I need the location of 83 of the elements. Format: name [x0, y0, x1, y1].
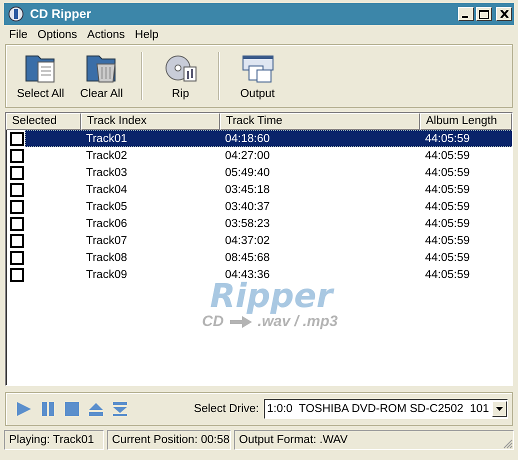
table-cell-text: 08:45:68 — [224, 252, 271, 264]
toolbar-button[interactable]: Rip — [150, 52, 211, 100]
checkbox[interactable] — [10, 182, 24, 196]
arrow-icon — [230, 316, 252, 328]
track-row[interactable]: Track07 04:37:02 44:05:59 — [25, 232, 512, 249]
table-cell-text: 05:49:40 — [224, 166, 271, 178]
dropdown-arrow-icon — [496, 407, 503, 411]
transport-button[interactable] — [88, 401, 104, 417]
pause-icon — [40, 401, 56, 417]
table-cell-text: Track01 — [85, 132, 128, 144]
load-icon — [112, 401, 128, 417]
app-icon — [8, 6, 24, 22]
close-icon — [500, 10, 508, 18]
logo-source: CD — [202, 313, 224, 330]
checkbox[interactable] — [10, 216, 24, 230]
table-cell-text: Track04 — [85, 184, 128, 196]
toolbar-button[interactable]: Output — [227, 52, 288, 100]
column-header[interactable]: Album Length — [420, 113, 512, 130]
table-cell-text: 03:40:37 — [224, 200, 271, 212]
checkbox[interactable] — [10, 250, 24, 264]
maximize-icon — [479, 10, 489, 18]
status-panel: Playing: Track01 — [4, 430, 104, 450]
table-cell-text: 04:27:00 — [224, 150, 271, 162]
table-cell-text: Track02 — [85, 150, 128, 162]
track-row[interactable]: Track01 04:18:60 44:05:59 — [25, 130, 512, 147]
toolbar-button[interactable]: Select All — [10, 52, 71, 100]
table-cell-text: 44:05:59 — [424, 252, 471, 264]
table-cell-text: 44:05:59 — [424, 218, 471, 230]
transport-button[interactable] — [112, 401, 128, 417]
menu-item[interactable]: File — [6, 28, 34, 40]
window-title: CD Ripper — [30, 7, 92, 21]
table-cell-text: Track07 — [85, 234, 128, 246]
table-cell-text: 44:05:59 — [424, 166, 471, 178]
table-cell-text: 03:58:23 — [224, 218, 271, 230]
checkbox[interactable] — [10, 268, 24, 282]
eject-icon — [88, 401, 104, 417]
checkbox[interactable] — [10, 148, 24, 162]
transport-button[interactable] — [16, 401, 32, 417]
track-row[interactable]: Track05 03:40:37 44:05:59 — [25, 198, 512, 215]
checkbox[interactable] — [10, 200, 24, 214]
resize-grip-icon — [503, 439, 513, 449]
table-cell-text: 04:18:60 — [224, 132, 271, 144]
menu-item[interactable]: Help — [132, 28, 165, 40]
track-row[interactable]: Track03 05:49:40 44:05:59 — [25, 164, 512, 181]
table-cell-text: Track09 — [85, 268, 128, 280]
column-header[interactable]: Track Time — [220, 113, 420, 130]
checkbox[interactable] — [10, 166, 24, 180]
table-cell-text: 44:05:59 — [424, 150, 471, 162]
toolbar-button[interactable]: Clear All — [71, 52, 132, 100]
close-button[interactable] — [496, 7, 512, 21]
drive-label: Select Drive: — [194, 403, 259, 415]
table-cell-text: 03:45:18 — [224, 184, 271, 196]
transport-button[interactable] — [40, 401, 56, 417]
track-row[interactable]: Track08 08:45:68 44:05:59 — [25, 249, 512, 266]
status-panel: Output Format: .WAV — [234, 430, 514, 450]
minimize-button[interactable] — [458, 7, 474, 21]
logo-formats: .wav / .mp3 — [258, 313, 338, 330]
stop-icon — [64, 401, 80, 417]
track-row[interactable]: Track04 03:45:18 44:05:59 — [25, 181, 512, 198]
menu-item[interactable]: Actions — [84, 28, 131, 40]
transport-button[interactable] — [64, 401, 80, 417]
table-cell-text: 44:05:59 — [424, 200, 471, 212]
maximize-button[interactable] — [476, 7, 492, 21]
column-header[interactable]: Track Index — [81, 113, 220, 130]
table-cell-text: Track06 — [85, 218, 128, 230]
table-cell-text: 44:05:59 — [424, 234, 471, 246]
checkbox[interactable] — [10, 132, 24, 146]
table-cell-text: 44:05:59 — [424, 184, 471, 196]
table-cell-text: Track03 — [85, 166, 128, 178]
table-cell-text: 04:37:02 — [224, 234, 271, 246]
table-cell-text: 04:43:36 — [224, 268, 271, 280]
table-cell-text: 44:05:59 — [424, 132, 471, 144]
drive-dropdown[interactable]: 1:0:0 TOSHIBA DVD-ROM SD-C2502 101 — [264, 399, 508, 419]
play-icon — [16, 401, 32, 417]
track-row[interactable]: Track02 04:27:00 44:05:59 — [25, 147, 512, 164]
column-header[interactable]: Selected — [6, 113, 81, 130]
menu-item[interactable]: Options — [34, 28, 84, 40]
checkbox[interactable] — [10, 234, 24, 248]
table-cell-text: Track05 — [85, 200, 128, 212]
table-cell-text: Track08 — [85, 252, 128, 264]
table-cell-text: 44:05:59 — [424, 268, 471, 280]
track-row[interactable]: Track06 03:58:23 44:05:59 — [25, 215, 512, 232]
status-panel: Current Position: 00:58 — [107, 430, 231, 450]
